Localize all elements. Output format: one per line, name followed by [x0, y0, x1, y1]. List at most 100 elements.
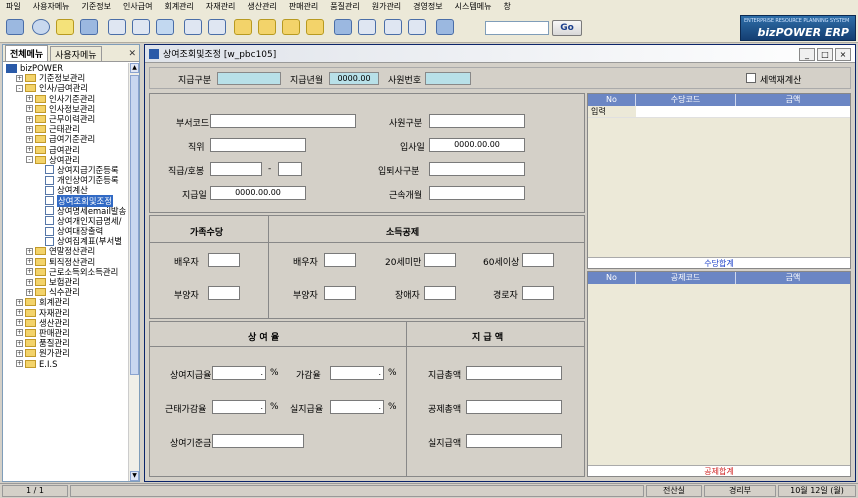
minimize-button[interactable]: _: [799, 48, 815, 61]
over60-field[interactable]: [522, 253, 554, 267]
expand-icon[interactable]: +: [16, 349, 23, 357]
expand-icon[interactable]: +: [26, 125, 33, 133]
pin-icon[interactable]: ✕: [128, 49, 136, 59]
menu-item[interactable]: 시스템메뉴: [455, 1, 492, 12]
menu-item[interactable]: 경영정보: [413, 1, 442, 12]
save-icon[interactable]: [78, 17, 100, 37]
preview-icon[interactable]: [130, 17, 152, 37]
next-icon[interactable]: [280, 17, 302, 37]
menu-item[interactable]: 원가관리: [372, 1, 401, 12]
menu-item[interactable]: 사용자메뉴: [33, 1, 70, 12]
calc-icon[interactable]: [406, 17, 428, 37]
position-field[interactable]: [210, 138, 306, 152]
family-spouse-field[interactable]: [208, 253, 240, 267]
pay-rate-field[interactable]: .: [212, 366, 266, 380]
expand-icon[interactable]: +: [26, 105, 33, 113]
view-icon[interactable]: [30, 17, 52, 37]
attendance-rate-field[interactable]: .: [212, 400, 266, 414]
pay-month-field[interactable]: 0000.00: [329, 72, 379, 85]
emp-type-field[interactable]: [429, 114, 525, 128]
menu-item[interactable]: 품질관리: [330, 1, 359, 12]
expand-icon[interactable]: +: [16, 339, 23, 347]
menu-item[interactable]: 자재관리: [206, 1, 235, 12]
dept-code-field[interactable]: [210, 114, 356, 128]
net-pay-field[interactable]: [466, 434, 562, 448]
expand-icon[interactable]: +: [26, 135, 33, 143]
scroll-down-icon[interactable]: ▼: [130, 471, 139, 481]
resign-type-field[interactable]: [429, 162, 525, 176]
menu-item[interactable]: 회계관리: [164, 1, 193, 12]
table-cell[interactable]: [636, 106, 736, 117]
close-button[interactable]: ×: [835, 48, 851, 61]
expand-icon[interactable]: +: [26, 247, 33, 255]
pay-date-field[interactable]: 0000.00.00: [210, 186, 306, 200]
new-icon[interactable]: [54, 17, 76, 37]
menu-item[interactable]: 파일: [6, 1, 21, 12]
tree-item[interactable]: + 원가관리: [3, 348, 129, 358]
base-amount-field[interactable]: [212, 434, 304, 448]
settings-icon[interactable]: [356, 17, 378, 37]
collapse-icon[interactable]: -: [26, 156, 33, 164]
scroll-thumb[interactable]: [130, 75, 139, 375]
grade-field[interactable]: [210, 162, 262, 176]
col-header[interactable]: No: [588, 94, 636, 106]
menu-item[interactable]: 인사급여: [123, 1, 152, 12]
add-reduce-rate-field[interactable]: .: [330, 366, 384, 380]
expand-icon[interactable]: +: [16, 309, 23, 317]
print-icon[interactable]: [106, 17, 128, 37]
menu-item[interactable]: 기준정보: [82, 1, 111, 12]
expand-icon[interactable]: +: [16, 360, 23, 368]
table-cell[interactable]: [736, 106, 850, 117]
tab-all-menu[interactable]: 전체메뉴: [5, 45, 49, 61]
expand-icon[interactable]: +: [26, 288, 33, 296]
deduct-dependent-field[interactable]: [324, 286, 356, 300]
first-icon[interactable]: [232, 17, 254, 37]
expand-icon[interactable]: +: [16, 329, 23, 337]
hire-date-field[interactable]: 0000.00.00: [429, 138, 525, 152]
col-header[interactable]: 금액: [736, 94, 850, 106]
expand-icon[interactable]: +: [26, 278, 33, 286]
family-dependent-field[interactable]: [208, 286, 240, 300]
col-header[interactable]: 금액: [736, 272, 850, 284]
tree-item[interactable]: + E.I.S: [3, 358, 129, 369]
scroll-up-icon[interactable]: ▲: [130, 63, 139, 73]
actual-rate-field[interactable]: .: [330, 400, 384, 414]
prev-icon[interactable]: [256, 17, 278, 37]
col-header[interactable]: No: [588, 272, 636, 284]
expand-icon[interactable]: +: [26, 258, 33, 266]
go-button[interactable]: Go: [552, 20, 582, 36]
collapse-icon[interactable]: -: [16, 84, 23, 92]
col-header[interactable]: 공제코드: [636, 272, 736, 284]
mail-icon[interactable]: [382, 17, 404, 37]
pay-type-field[interactable]: [217, 72, 281, 85]
service-months-field[interactable]: [429, 186, 525, 200]
expand-icon[interactable]: +: [16, 298, 23, 306]
expand-icon[interactable]: +: [26, 115, 33, 123]
insert-icon[interactable]: [206, 17, 228, 37]
menu-item[interactable]: 생산관리: [247, 1, 276, 12]
elderly-field[interactable]: [522, 286, 554, 300]
under20-field[interactable]: [424, 253, 456, 267]
col-header[interactable]: 수당코드: [636, 94, 736, 106]
step-field[interactable]: [278, 162, 302, 176]
tab-user-menu[interactable]: 사용자메뉴: [50, 46, 102, 61]
expand-icon[interactable]: +: [26, 95, 33, 103]
last-icon[interactable]: [304, 17, 326, 37]
deduct-spouse-field[interactable]: [324, 253, 356, 267]
tree-scrollbar[interactable]: ▲ ▼: [128, 63, 139, 481]
menu-search-input[interactable]: [485, 21, 549, 35]
excel-icon[interactable]: [154, 17, 176, 37]
tools-icon[interactable]: [332, 17, 354, 37]
expand-icon[interactable]: +: [16, 319, 23, 327]
expand-icon[interactable]: +: [26, 268, 33, 276]
expand-icon[interactable]: +: [16, 74, 23, 82]
exit-icon[interactable]: [434, 17, 456, 37]
total-deduct-field[interactable]: [466, 400, 562, 414]
menu-item[interactable]: 창: [503, 1, 510, 12]
total-pay-field[interactable]: [466, 366, 562, 380]
menu-item[interactable]: 판매관리: [289, 1, 318, 12]
emp-no-field[interactable]: [425, 72, 471, 85]
expand-icon[interactable]: +: [26, 146, 33, 154]
tax-recalc-checkbox[interactable]: [746, 73, 756, 83]
maximize-button[interactable]: □: [817, 48, 833, 61]
